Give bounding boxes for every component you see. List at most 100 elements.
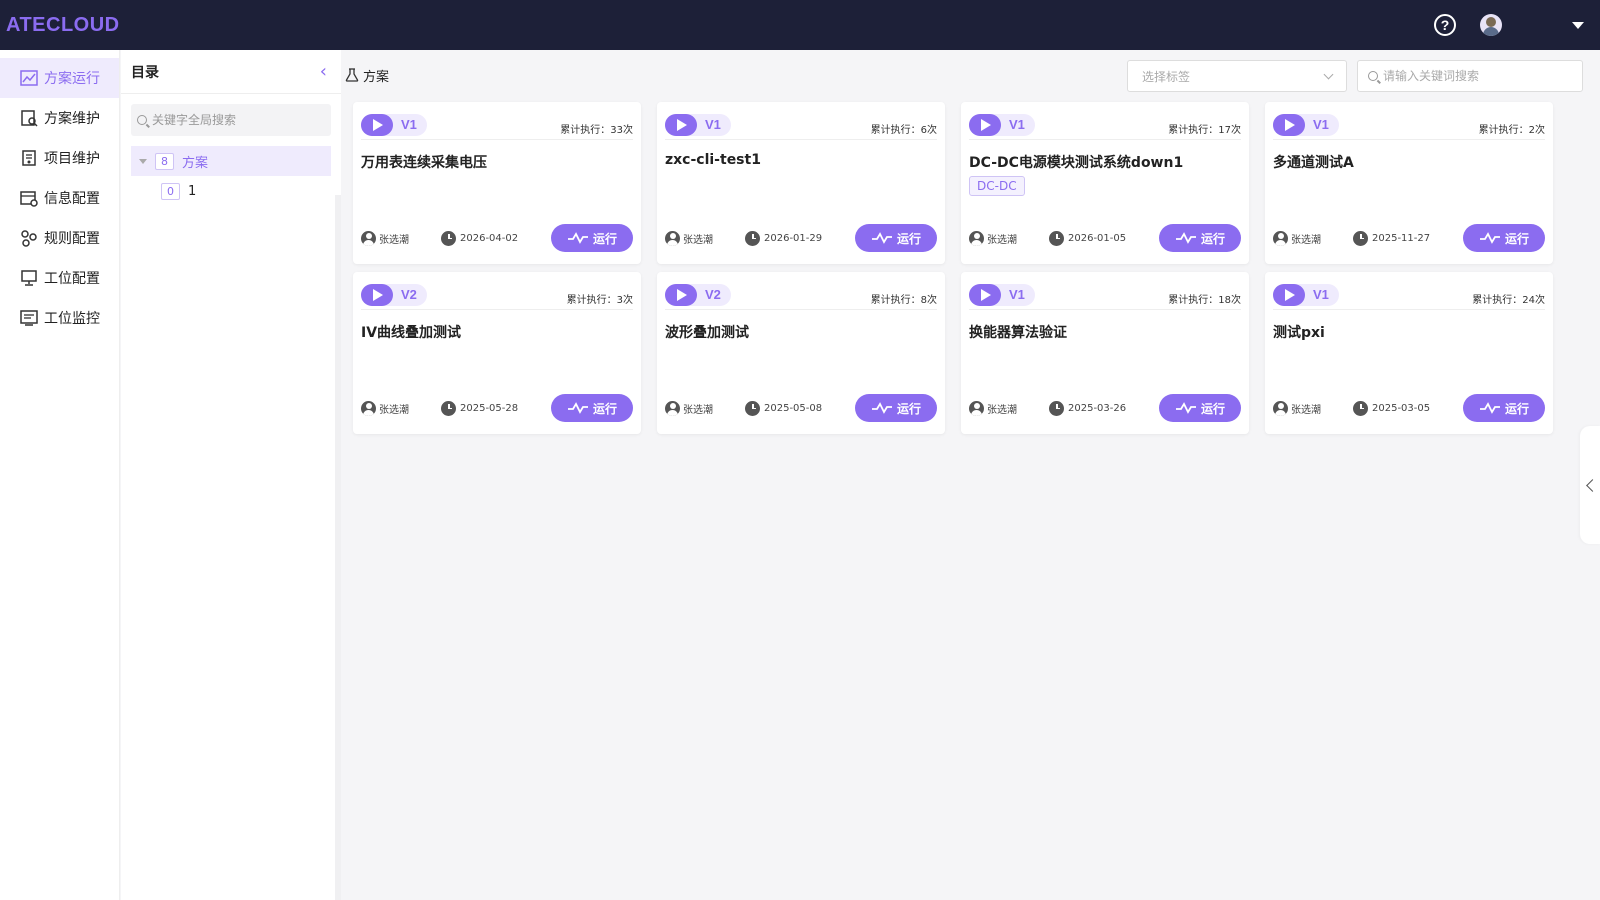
- collapse-panel-icon[interactable]: ‹: [316, 61, 331, 82]
- directory-search-input[interactable]: [152, 113, 322, 127]
- sidebar-item-6[interactable]: 工位监控: [0, 298, 119, 338]
- card-header: V1 累计执行：17次: [969, 110, 1241, 140]
- sidebar-item-label: 工位配置: [44, 271, 100, 287]
- directory-search-box[interactable]: [131, 104, 331, 136]
- card-header: V1 累计执行：2次: [1273, 110, 1545, 140]
- sidebar-item-0[interactable]: 方案运行: [0, 58, 119, 98]
- scheme-name: 万用表连续采集电压: [361, 155, 487, 170]
- play-icon[interactable]: [1273, 283, 1305, 306]
- scheme-card[interactable]: V1 累计执行：24次 测试pxi 张选潮 2025-03-05 运行: [1265, 272, 1553, 434]
- table-gear-icon: [20, 191, 38, 207]
- sidebar-item-1[interactable]: 方案维护: [0, 98, 119, 138]
- sidebar-item-2[interactable]: 项目维护: [0, 138, 119, 178]
- version-label: V2: [401, 287, 417, 302]
- card-header: V2 累计执行：8次: [665, 280, 937, 310]
- sidebar-item-label: 规则配置: [44, 231, 100, 247]
- help-icon[interactable]: ?: [1434, 14, 1456, 36]
- keyword-search-box[interactable]: [1357, 60, 1583, 92]
- tag-select[interactable]: 选择标签: [1127, 60, 1347, 92]
- execution-count: 累计执行：33次: [560, 125, 633, 136]
- tree-count-badge: 0: [161, 182, 180, 200]
- user-icon: [1273, 400, 1288, 416]
- pulse-icon: [567, 402, 588, 414]
- run-button[interactable]: 运行: [1159, 224, 1241, 252]
- tree-expand-icon[interactable]: [139, 158, 147, 164]
- sidebar-nav: 方案运行方案维护项目维护信息配置规则配置工位配置工位监控: [0, 50, 120, 900]
- sidebar-item-label: 信息配置: [44, 191, 100, 207]
- sidebar-item-label: 项目维护: [44, 151, 100, 167]
- directory-panel: 目录 ‹ 8 方案 0 1: [121, 50, 341, 900]
- user-avatar[interactable]: [1480, 14, 1502, 36]
- run-button[interactable]: 运行: [1159, 394, 1241, 422]
- right-drawer-handle[interactable]: [1580, 426, 1600, 544]
- play-icon[interactable]: [969, 113, 1001, 136]
- card-footer: 张选潮 2026-01-05 运行: [969, 224, 1241, 252]
- scheme-tag: DC-DC: [969, 176, 1025, 196]
- execution-count: 累计执行：18次: [1168, 295, 1241, 306]
- chevron-left-icon: [1585, 478, 1599, 492]
- clock-icon: [1353, 400, 1368, 416]
- run-button-label: 运行: [1200, 401, 1225, 416]
- author-name: 张选潮: [379, 234, 409, 246]
- run-button[interactable]: 运行: [1463, 224, 1545, 252]
- user-menu-caret-icon[interactable]: [1572, 21, 1584, 29]
- play-icon[interactable]: [665, 283, 697, 306]
- scheme-name: 换能器算法验证: [969, 325, 1067, 340]
- author-name: 张选潮: [1291, 234, 1321, 246]
- sidebar-item-label: 方案维护: [44, 111, 100, 127]
- run-button[interactable]: 运行: [1463, 394, 1545, 422]
- version-pill: V1: [361, 113, 427, 136]
- tag-select-placeholder: 选择标签: [1142, 69, 1191, 84]
- tree-node-root[interactable]: 8 方案: [131, 146, 331, 176]
- top-right-actions: ?: [1434, 0, 1600, 50]
- scheme-name: 测试pxi: [1273, 325, 1325, 340]
- scheme-card[interactable]: V1 累计执行：18次 换能器算法验证 张选潮 2025-03-26 运行: [961, 272, 1249, 434]
- pulse-icon: [1175, 232, 1196, 244]
- play-icon[interactable]: [1273, 113, 1305, 136]
- clock-icon: [1049, 400, 1064, 416]
- directory-title: 目录: [131, 64, 159, 81]
- monitor-icon: [21, 270, 37, 286]
- scheme-card[interactable]: V1 累计执行：17次 DC-DC电源模块测试系统down1 DC-DC 张选潮 2026…: [961, 102, 1249, 264]
- execution-count: 累计执行：8次: [870, 295, 937, 306]
- scheme-card[interactable]: V2 累计执行：8次 波形叠加测试 张选潮 2025-05-08 运行: [657, 272, 945, 434]
- card-footer: 张选潮 2025-03-26 运行: [969, 394, 1241, 422]
- version-pill: V2: [361, 283, 427, 306]
- directory-header: 目录 ‹: [121, 50, 341, 94]
- sidebar-item-5[interactable]: 工位配置: [0, 258, 119, 298]
- keyword-search-input[interactable]: [1383, 69, 1573, 83]
- card-footer: 张选潮 2026-04-02 运行: [361, 224, 633, 252]
- run-button[interactable]: 运行: [855, 394, 937, 422]
- play-icon[interactable]: [969, 283, 1001, 306]
- scheme-name: 波形叠加测试: [665, 325, 749, 340]
- page-title: 方案: [345, 66, 389, 85]
- pulse-icon: [567, 232, 588, 244]
- tree-node-label: 1: [188, 183, 197, 199]
- run-button-label: 运行: [1504, 401, 1529, 416]
- run-button[interactable]: 运行: [551, 394, 633, 422]
- run-button-label: 运行: [896, 231, 921, 246]
- card-footer: 张选潮 2026-01-29 运行: [665, 224, 937, 252]
- scheme-card[interactable]: V2 累计执行：3次 IV曲线叠加测试 张选潮 2025-05-28 运行: [353, 272, 641, 434]
- scheme-name: zxc-cli-test1: [665, 152, 761, 168]
- scheme-card[interactable]: V1 累计执行：2次 多通道测试A 张选潮 2025-11-27 运行: [1265, 102, 1553, 264]
- play-icon[interactable]: [665, 113, 697, 136]
- execution-count: 累计执行：3次: [566, 295, 633, 306]
- card-footer: 张选潮 2025-11-27 运行: [1273, 224, 1545, 252]
- search-icon: [137, 115, 147, 125]
- user-icon: [361, 400, 376, 416]
- play-icon[interactable]: [361, 283, 393, 306]
- play-icon[interactable]: [361, 113, 393, 136]
- card-header: V2 累计执行：3次: [361, 280, 633, 310]
- tree-node-child[interactable]: 0 1: [131, 176, 331, 206]
- scheme-card[interactable]: V1 累计执行：33次万用表连续采集电压张选潮 2026-04-02 运行: [353, 102, 641, 264]
- run-button[interactable]: 运行: [551, 224, 633, 252]
- version-label: V1: [1313, 287, 1329, 302]
- author-name: 张选潮: [987, 234, 1017, 246]
- sidebar-item-4[interactable]: 规则配置: [0, 218, 119, 258]
- execution-count: 累计执行：17次: [1168, 125, 1241, 136]
- run-button[interactable]: 运行: [855, 224, 937, 252]
- sidebar-item-3[interactable]: 信息配置: [0, 178, 119, 218]
- scheme-card[interactable]: V1 累计执行：6次 zxc-cli-test1 张选潮 2026-01-29 运行: [657, 102, 945, 264]
- top-bar: ATECLOUD ?: [0, 0, 1600, 50]
